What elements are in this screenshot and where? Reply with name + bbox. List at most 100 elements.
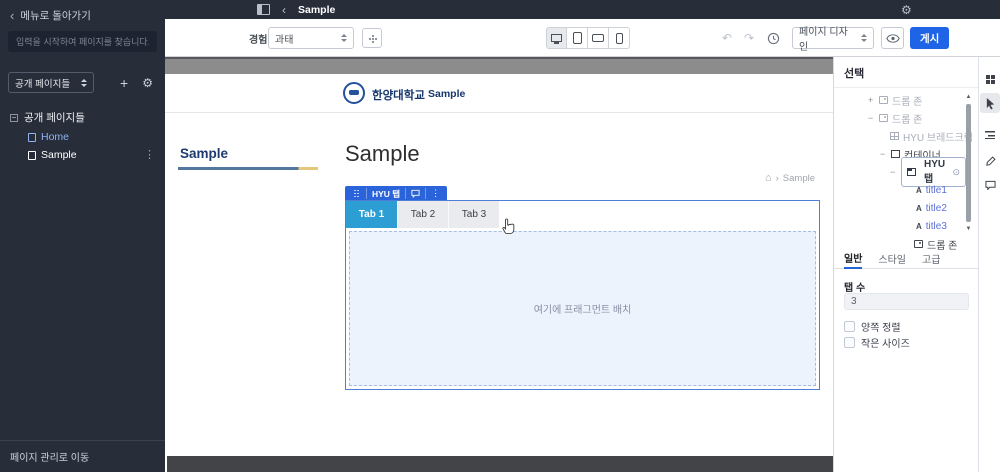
pages-tree-root[interactable]: 공개 페이지들: [0, 107, 165, 128]
page-design-options-button[interactable]: [980, 151, 1000, 171]
scroll-down-icon[interactable]: ▼: [964, 225, 973, 233]
collapse-icon[interactable]: −: [890, 167, 901, 177]
desktop-icon: [551, 34, 562, 42]
selection-tool-button[interactable]: [980, 93, 1000, 113]
mobile-preview-button[interactable]: [609, 27, 630, 49]
tree-scrollbar[interactable]: ▲ ▼: [964, 93, 973, 233]
comments-button[interactable]: [980, 175, 1000, 195]
tree-item-dropzone[interactable]: + 드롭 존: [834, 91, 966, 109]
comment-button[interactable]: [405, 188, 425, 199]
tab-2[interactable]: Tab 2: [397, 201, 448, 228]
fragment-dropzone[interactable]: 여기에 프래그먼트 배치: [349, 231, 816, 386]
tab-3[interactable]: Tab 3: [448, 201, 499, 228]
text-icon: [916, 203, 922, 214]
scrollbar-thumb[interactable]: [966, 104, 971, 222]
site-name: 한양대학교: [372, 87, 425, 103]
side-nav-title[interactable]: Sample: [178, 146, 318, 161]
page-search-input[interactable]: [8, 31, 157, 52]
undo-button[interactable]: ↶: [722, 19, 732, 57]
small-size-checkbox-row[interactable]: 작은 사이즈: [844, 335, 910, 350]
collapse-icon[interactable]: −: [868, 113, 879, 123]
justify-checkbox-row[interactable]: 양쪽 정렬: [844, 319, 901, 334]
page-design-select[interactable]: 페이지 디자인: [792, 27, 874, 49]
tab-style[interactable]: 스타일: [878, 248, 906, 269]
sidebar-item-home[interactable]: Home: [0, 128, 165, 146]
dots-icon: [372, 38, 374, 40]
kebab-menu-icon[interactable]: ⋮: [425, 188, 445, 199]
pages-collection-select[interactable]: 공개 페이지들: [8, 72, 94, 93]
chevron-left-icon: ‹: [10, 11, 14, 21]
page-title: Sample: [298, 4, 335, 16]
chevron-left-icon[interactable]: ‹: [282, 5, 286, 15]
breadcrumb-fragment-icon: [890, 132, 899, 140]
tablet-preview-button[interactable]: [567, 27, 588, 49]
text-icon: [916, 221, 922, 232]
container-icon: [891, 150, 900, 158]
tab-count-label: 탭 수: [844, 279, 865, 294]
sidebar-item-label: Home: [41, 131, 69, 143]
tree-item-title1[interactable]: title1: [834, 181, 966, 199]
sidebar-item-label: Sample: [41, 149, 77, 161]
sidebar-toggle-icon[interactable]: [257, 4, 270, 15]
pages-settings-button[interactable]: ⚙: [142, 76, 153, 90]
segments-simulation-button[interactable]: [362, 28, 382, 48]
drag-handle[interactable]: [347, 188, 366, 199]
history-button[interactable]: [767, 19, 780, 57]
tab-general[interactable]: 일반: [844, 248, 862, 269]
tree-item-hyu-tabs[interactable]: − HYU 탭 ⊙: [834, 163, 966, 181]
editor-toolbar: 경험 과태 ↶ ↷ 페이지 디자인: [165, 19, 1000, 57]
tab-1[interactable]: Tab 1: [346, 201, 397, 228]
site-header: 한양대학교 Sample: [165, 74, 833, 113]
breadcrumb: ⌂ › Sample: [765, 173, 815, 184]
hyu-tabs-fragment[interactable]: Tab 1 Tab 2 Tab 3 여기에 프래그먼트 배치: [345, 200, 820, 390]
add-page-button[interactable]: +: [120, 76, 128, 90]
sidebar-item-sample[interactable]: Sample ⋮: [0, 146, 165, 164]
tablet-icon: [573, 32, 582, 44]
desktop-preview-button[interactable]: [546, 27, 567, 49]
page-canvas: 한양대학교 Sample Sample Sample ⌂ › Sample HY…: [165, 57, 833, 472]
fragments-widgets-button[interactable]: [980, 69, 1000, 89]
experience-value: 과태: [275, 31, 293, 46]
comment-icon: [411, 189, 420, 198]
fragment-chip[interactable]: HYU 탭 ⋮: [345, 186, 447, 201]
kebab-menu-icon[interactable]: ⋮: [144, 148, 155, 161]
locate-icon[interactable]: ⊙: [952, 167, 960, 178]
tab-advanced[interactable]: 고급: [922, 248, 940, 269]
checkbox-icon[interactable]: [844, 321, 855, 332]
contents-button[interactable]: [980, 125, 1000, 145]
dropzone-icon: [879, 114, 888, 122]
pages-tree: 공개 페이지들 Home Sample ⋮: [0, 107, 165, 164]
publish-button[interactable]: 게시: [910, 27, 949, 49]
tree-item-dropzone[interactable]: − 드롭 존: [834, 109, 966, 127]
tree-item-title3[interactable]: title3: [834, 217, 966, 235]
expand-icon[interactable]: +: [868, 95, 879, 105]
collapse-icon[interactable]: −: [880, 149, 891, 159]
landscape-preview-button[interactable]: [588, 27, 609, 49]
grip-icon: [354, 190, 359, 198]
tree-item-title2[interactable]: title2: [834, 199, 966, 217]
preview-button[interactable]: [881, 27, 904, 49]
tree-item-breadcrumb[interactable]: HYU 브레드크럼: [834, 127, 966, 145]
pages-sidebar: ‹ 메뉴로 돌아가기 공개 페이지들 + ⚙ 공개 페이지들 Home Samp: [0, 0, 165, 472]
select-caret-icon: [861, 34, 867, 42]
redo-button[interactable]: ↷: [744, 19, 754, 57]
scroll-up-icon[interactable]: ▲: [964, 93, 973, 101]
comment-bubble-icon: [985, 180, 996, 190]
cursor-arrow-icon: [985, 97, 996, 110]
selected-tree-item[interactable]: HYU 탭 ⊙: [901, 157, 966, 187]
editor-topbar: ‹ Sample ⚙: [165, 0, 1000, 19]
back-to-menu-link[interactable]: ‹ 메뉴로 돌아가기: [0, 0, 165, 27]
home-icon[interactable]: ⌂: [765, 174, 772, 183]
tab-count-input[interactable]: [844, 293, 969, 310]
university-logo: [343, 82, 365, 104]
landscape-phone-icon: [592, 34, 604, 42]
collapse-icon[interactable]: [10, 114, 18, 122]
checkbox-icon[interactable]: [844, 337, 855, 348]
go-to-page-admin-link[interactable]: 페이지 관리로 이동: [0, 440, 165, 472]
breadcrumb-separator: ›: [776, 173, 779, 184]
gear-icon[interactable]: ⚙: [901, 3, 912, 17]
experience-select[interactable]: 과태: [268, 27, 354, 49]
page-design-value: 페이지 디자인: [799, 23, 856, 53]
fragment-chip-label: HYU 탭: [366, 188, 405, 199]
device-preview-group: [546, 19, 630, 57]
